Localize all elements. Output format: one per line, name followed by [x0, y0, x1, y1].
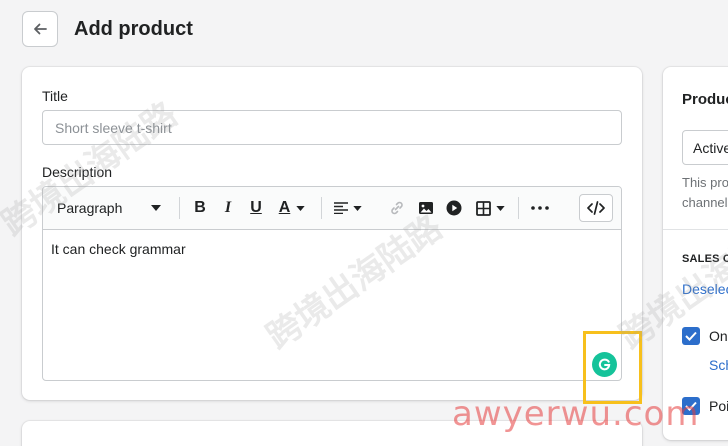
- product-status-title: Product status: [682, 91, 728, 108]
- checkmark-icon: [685, 331, 697, 341]
- title-label: Title: [42, 88, 68, 104]
- more-options-button[interactable]: [528, 195, 552, 221]
- arrow-left-icon: [34, 23, 47, 35]
- insert-image-button[interactable]: [415, 195, 437, 221]
- align-left-icon: [334, 202, 348, 214]
- online-store-checkbox[interactable]: [682, 327, 700, 345]
- point-of-sale-checkbox[interactable]: [682, 397, 700, 415]
- insert-table-dropdown[interactable]: [471, 195, 509, 221]
- product-details-card: Title Description Paragraph B I U A: [22, 67, 642, 400]
- caret-down-icon: [296, 205, 305, 211]
- grammarly-g-icon: [598, 358, 611, 371]
- status-select[interactable]: Active: [682, 130, 728, 165]
- media-card: [22, 421, 642, 446]
- paragraph-format-dropdown[interactable]: Paragraph: [49, 195, 169, 221]
- status-help-text: This product will be channels: [682, 173, 728, 213]
- page-title: Add product: [74, 17, 193, 40]
- text-color-icon: A: [278, 199, 291, 216]
- show-html-button[interactable]: [579, 194, 613, 222]
- image-icon: [419, 202, 433, 214]
- deselect-all-link[interactable]: Deselect all: [682, 281, 728, 297]
- play-circle-icon: [446, 200, 462, 216]
- editor-text: It can check grammar: [51, 241, 186, 257]
- editor-toolbar: Paragraph B I U A: [43, 187, 621, 230]
- caret-down-icon: [151, 205, 161, 211]
- code-icon: [587, 201, 605, 215]
- caret-down-icon: [353, 205, 362, 211]
- italic-button[interactable]: I: [217, 195, 239, 221]
- status-value: Active: [693, 139, 728, 156]
- schedule-availability-link[interactable]: Schedule availability: [709, 357, 728, 373]
- grammarly-button[interactable]: [592, 352, 617, 377]
- status-help-line1: This product will be: [682, 175, 728, 190]
- link-button[interactable]: [386, 195, 408, 221]
- toolbar-divider: [179, 197, 180, 219]
- section-divider: [663, 229, 728, 230]
- title-input[interactable]: [42, 110, 622, 145]
- underline-icon: U: [250, 199, 262, 216]
- status-help-line2: channels: [682, 195, 728, 210]
- description-editor: Paragraph B I U A It can check grammar: [42, 186, 622, 381]
- point-of-sale-label: Point of Sale: [709, 398, 728, 414]
- align-dropdown[interactable]: [330, 195, 366, 221]
- description-label: Description: [42, 164, 113, 180]
- table-icon: [475, 200, 491, 216]
- page-header: Add product: [22, 11, 193, 47]
- toolbar-divider: [518, 197, 519, 219]
- online-store-label: Online Store: [709, 328, 728, 344]
- bold-icon: B: [194, 199, 206, 216]
- checkmark-icon: [685, 401, 697, 411]
- underline-button[interactable]: U: [245, 195, 267, 221]
- product-status-card: Product status Active This product will …: [663, 67, 728, 440]
- bold-button[interactable]: B: [189, 195, 211, 221]
- insert-video-button[interactable]: [443, 195, 465, 221]
- editor-content[interactable]: It can check grammar: [43, 230, 621, 380]
- more-horizontal-icon: [531, 206, 549, 210]
- italic-icon: I: [224, 199, 232, 216]
- sales-channels-heading: SALES CHANNELS AND APPS: [682, 253, 728, 265]
- caret-down-icon: [495, 205, 505, 211]
- paragraph-label: Paragraph: [57, 200, 123, 216]
- link-icon: [391, 201, 403, 215]
- toolbar-divider: [321, 197, 322, 219]
- back-button[interactable]: [22, 11, 58, 47]
- text-color-dropdown[interactable]: A: [273, 195, 311, 221]
